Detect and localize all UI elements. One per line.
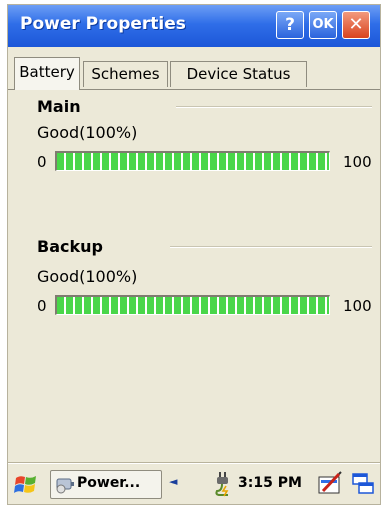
windows-flag-icon[interactable]: [13, 472, 39, 498]
backup-battery-title: Backup: [37, 237, 103, 256]
input-panel-icon[interactable]: [317, 471, 343, 497]
tab-battery[interactable]: Battery: [14, 57, 80, 90]
backup-battery-level-bar: [55, 295, 330, 315]
taskbar-scroll-left-icon[interactable]: ◄: [169, 475, 177, 488]
switch-windows-icon[interactable]: [351, 471, 375, 497]
main-battery-min-label: 0: [37, 153, 47, 171]
backup-section-separator: [170, 246, 372, 248]
help-button[interactable]: ?: [276, 11, 304, 39]
main-battery-level-fill: [57, 153, 329, 170]
pda-screen: Power Properties ? OK ✕ Battery Schemes …: [7, 4, 381, 505]
task-button-label: Power...: [77, 475, 141, 491]
main-battery-max-label: 100: [343, 153, 372, 171]
backup-battery-min-label: 0: [37, 297, 47, 315]
power-plug-icon[interactable]: [214, 471, 232, 497]
main-battery-title: Main: [37, 97, 81, 116]
backup-battery-status: Good(100%): [37, 267, 138, 286]
tab-strip: Battery Schemes Device Status: [8, 55, 380, 90]
tab-schemes[interactable]: Schemes: [83, 61, 168, 87]
taskbar: Power... ◄ 3:15 PM: [8, 463, 380, 504]
clock[interactable]: 3:15 PM: [238, 475, 302, 491]
main-battery-level-bar: [55, 151, 330, 171]
main-battery-status: Good(100%): [37, 123, 138, 142]
window-title: Power Properties: [20, 14, 186, 34]
power-properties-icon: [55, 476, 75, 494]
backup-battery-max-label: 100: [343, 297, 372, 315]
title-bar: Power Properties ? OK ✕: [8, 5, 380, 47]
main-section-separator: [176, 106, 372, 108]
ok-button[interactable]: OK: [309, 11, 337, 39]
backup-battery-level-fill: [57, 297, 329, 314]
close-button[interactable]: ✕: [342, 11, 370, 39]
task-button-power[interactable]: Power...: [50, 470, 162, 499]
tab-device-status[interactable]: Device Status: [170, 61, 307, 87]
